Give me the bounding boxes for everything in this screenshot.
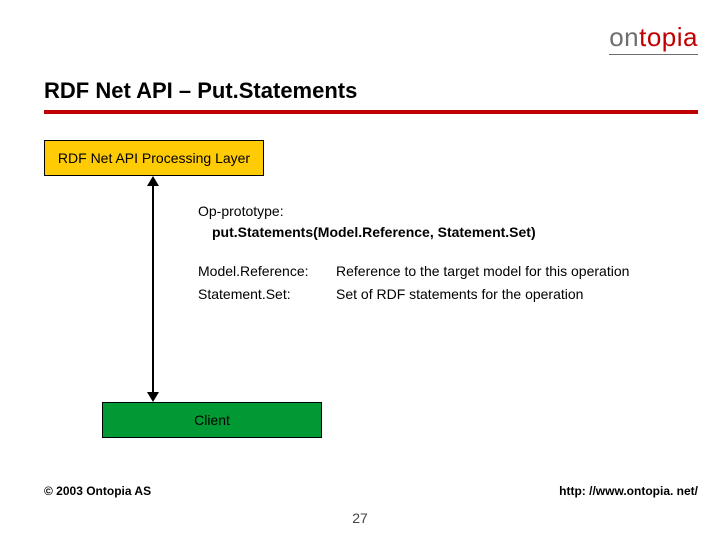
logo-part1: on [609, 22, 639, 52]
slide: ontopia RDF Net API – Put.Statements RDF… [0, 0, 720, 540]
page-number: 27 [0, 510, 720, 526]
page-title: RDF Net API – Put.Statements [44, 78, 357, 104]
logo: ontopia [609, 22, 698, 53]
prototype-signature: put.Statements(Model.Reference, Statemen… [212, 223, 690, 242]
title-rule [44, 110, 698, 114]
body-text: Op-prototype: put.Statements(Model.Refer… [198, 202, 690, 304]
logo-underline [609, 54, 698, 55]
copyright: © 2003 Ontopia AS [44, 484, 151, 498]
box-client: Client [102, 402, 322, 438]
box-processing-layer-label: RDF Net API Processing Layer [58, 150, 250, 166]
footer-url: http: //www.ontopia. net/ [559, 484, 698, 498]
box-processing-layer: RDF Net API Processing Layer [44, 140, 264, 176]
arrow-shaft [152, 178, 154, 400]
param-desc: Reference to the target model for this o… [336, 262, 690, 281]
param-desc: Set of RDF statements for the operation [336, 285, 690, 304]
param-name: Statement.Set: [198, 285, 328, 304]
prototype-label: Op-prototype: [198, 202, 690, 221]
logo-part2: topia [639, 22, 698, 52]
box-client-label: Client [194, 412, 230, 428]
arrow-down-icon [147, 392, 159, 402]
param-name: Model.Reference: [198, 262, 328, 281]
param-table: Model.Reference: Reference to the target… [198, 262, 690, 304]
